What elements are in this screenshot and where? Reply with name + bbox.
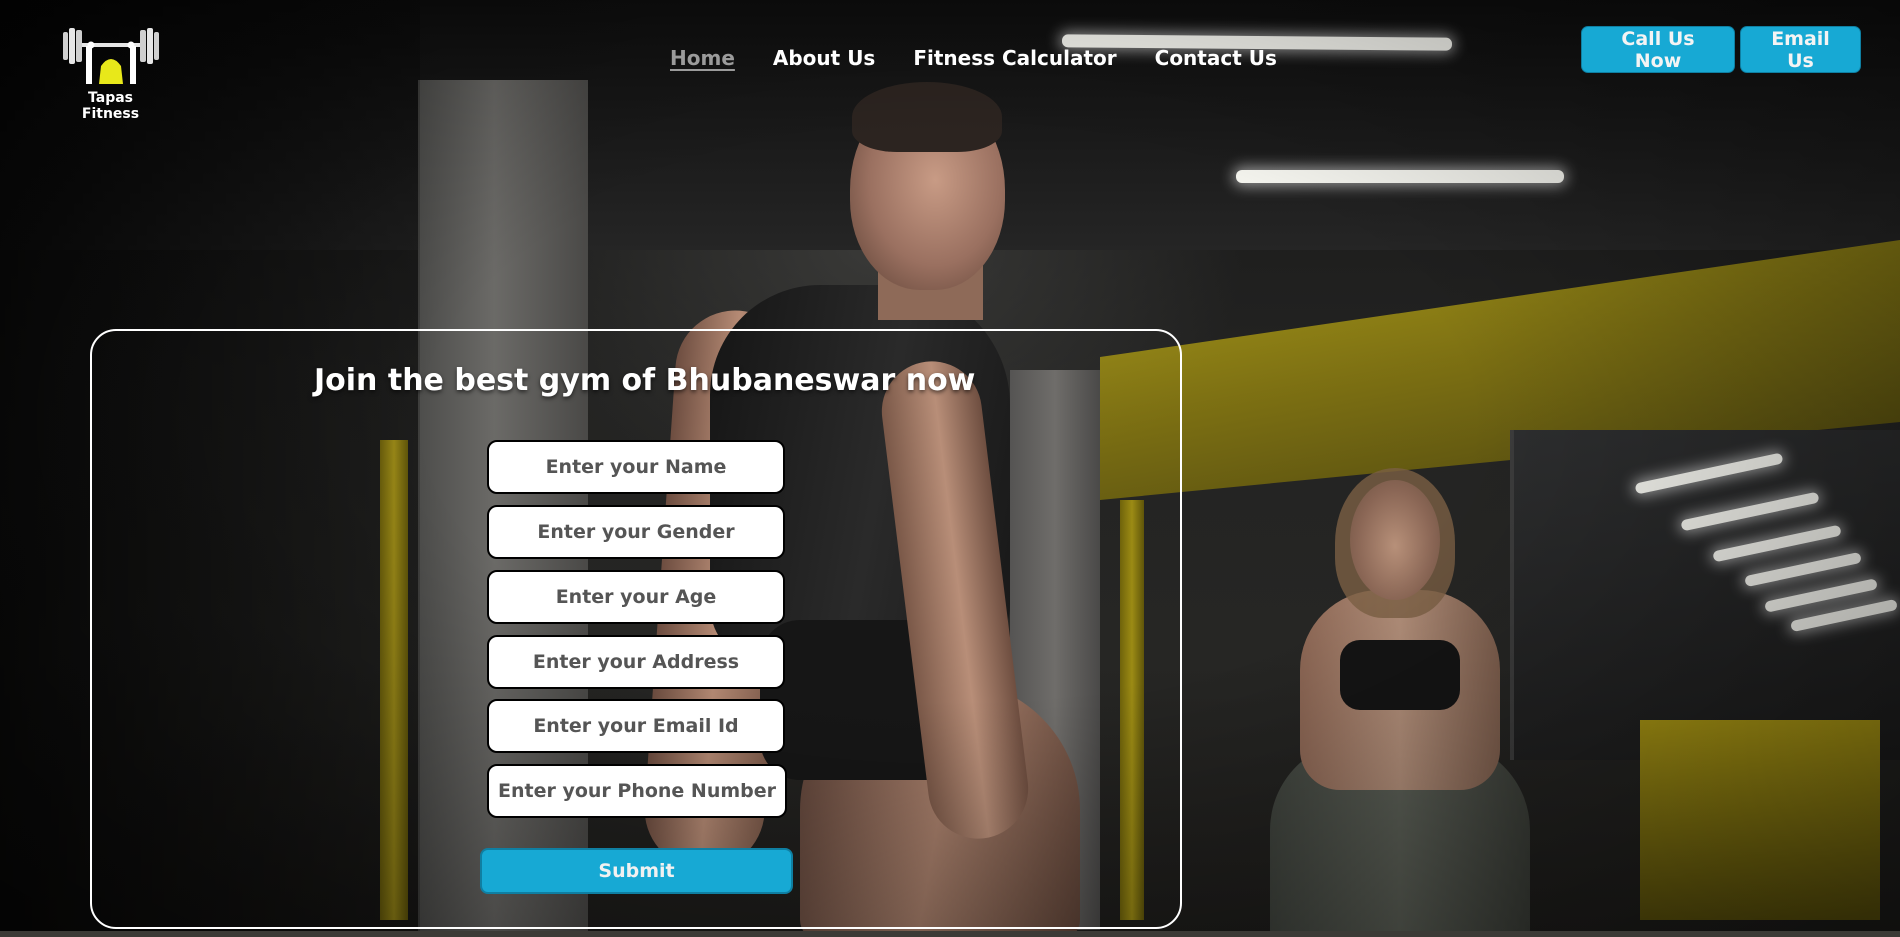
submit-button[interactable]: Submit (480, 848, 793, 894)
brand-logo[interactable]: Tapas Fitness (58, 22, 163, 122)
form-title: Join the best gym of Bhubaneswar now (314, 363, 976, 398)
name-input[interactable] (487, 440, 785, 494)
age-input[interactable] (487, 570, 785, 624)
nav-about-us[interactable]: About Us (773, 46, 875, 70)
phone-input[interactable] (487, 764, 787, 818)
main-nav: Home About Us Fitness Calculator Contact… (670, 46, 1277, 70)
call-us-button[interactable]: Call Us Now (1581, 26, 1735, 73)
nav-home[interactable]: Home (670, 46, 735, 70)
email-us-button[interactable]: Email Us (1740, 26, 1861, 73)
nav-fitness-calculator[interactable]: Fitness Calculator (913, 46, 1116, 70)
nav-contact-us[interactable]: Contact Us (1155, 46, 1277, 70)
brand-name: Tapas Fitness (81, 90, 140, 122)
address-input[interactable] (487, 635, 785, 689)
gender-input[interactable] (487, 505, 785, 559)
barbell-icon (62, 28, 159, 84)
email-input[interactable] (487, 699, 785, 753)
join-form-card (90, 329, 1182, 929)
